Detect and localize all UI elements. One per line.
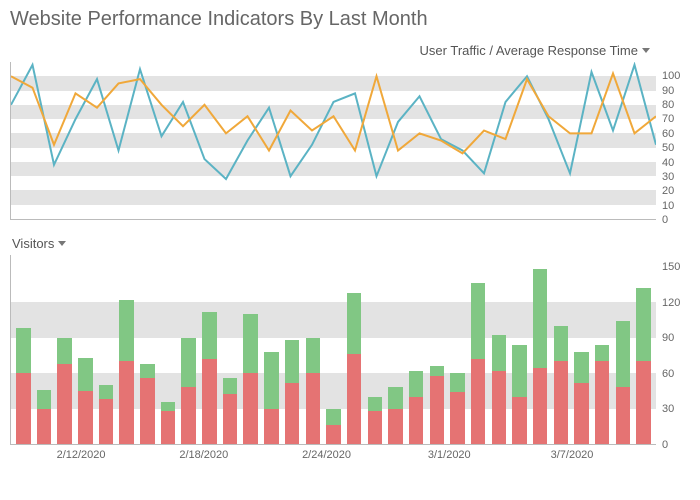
x-tick-label: 2/12/2020 — [57, 449, 106, 461]
bar — [99, 385, 113, 444]
bar — [264, 352, 278, 444]
bar — [119, 300, 133, 444]
y-tick-label: 50 — [662, 142, 674, 154]
y-tick-label: 70 — [662, 113, 674, 125]
bar — [616, 321, 630, 444]
bar — [243, 314, 257, 444]
y-tick-label: 20 — [662, 185, 674, 197]
bar — [409, 371, 423, 444]
bar — [16, 328, 30, 444]
y-tick-label: 40 — [662, 157, 674, 169]
bar — [471, 283, 485, 444]
bar — [57, 338, 71, 444]
y-tick-label: 90 — [662, 85, 674, 97]
bar — [533, 269, 547, 444]
x-tick-label: 3/7/2020 — [551, 449, 594, 461]
top-chart-block: User Traffic / Average Response Time 010… — [10, 41, 690, 220]
top-chart-y-axis: 0102030405060708090100 — [656, 62, 690, 220]
y-tick-label: 120 — [662, 297, 680, 309]
bar-chart-area — [10, 255, 656, 445]
y-tick-label: 150 — [662, 261, 680, 273]
y-tick-label: 60 — [662, 368, 674, 380]
chevron-down-icon — [58, 241, 66, 246]
x-tick-label: 2/24/2020 — [302, 449, 351, 461]
bottom-chart-label: Visitors — [12, 236, 54, 251]
bar — [388, 387, 402, 444]
y-tick-label: 100 — [662, 70, 680, 82]
x-tick-label: 3/1/2020 — [428, 449, 471, 461]
bar — [574, 352, 588, 444]
x-tick-label: 2/18/2020 — [179, 449, 228, 461]
y-tick-label: 30 — [662, 171, 674, 183]
bar — [492, 335, 506, 444]
bar — [285, 340, 299, 444]
bar — [78, 358, 92, 444]
bar — [223, 378, 237, 444]
bottom-chart-selector[interactable]: Visitors — [10, 234, 690, 255]
y-tick-label: 60 — [662, 128, 674, 140]
bar — [430, 366, 444, 444]
bar — [161, 401, 175, 444]
bar — [347, 293, 361, 444]
bar — [554, 326, 568, 444]
bar — [636, 288, 650, 444]
bar — [140, 364, 154, 444]
y-tick-label: 90 — [662, 332, 674, 344]
bar — [368, 397, 382, 444]
line-chart-area — [10, 62, 656, 220]
bar — [37, 390, 51, 444]
top-chart-label: User Traffic / Average Response Time — [420, 43, 638, 58]
bar — [512, 345, 526, 444]
bar — [306, 338, 320, 444]
bar — [202, 312, 216, 444]
bottom-chart-block: Visitors 0 30 60 90 120 150 2/12/2020 2/18/202… — [10, 234, 690, 463]
chevron-down-icon — [642, 48, 650, 53]
bar — [595, 345, 609, 444]
dashboard-panel: Website Performance Indicators By Last M… — [0, 0, 700, 500]
y-tick-label: 0 — [662, 214, 668, 226]
bottom-chart-y-axis: 0306090120150 — [656, 255, 690, 445]
y-tick-label: 30 — [662, 403, 674, 415]
page-title: Website Performance Indicators By Last M… — [10, 8, 690, 31]
y-tick-label: 0 — [662, 439, 668, 451]
x-axis: 2/12/2020 2/18/2020 2/24/2020 3/1/2020 3/7/2… — [10, 445, 656, 463]
bar — [181, 338, 195, 444]
bar — [450, 373, 464, 444]
top-chart-selector[interactable]: User Traffic / Average Response Time — [10, 41, 690, 62]
bar — [326, 409, 340, 444]
y-tick-label: 80 — [662, 99, 674, 111]
y-tick-label: 10 — [662, 200, 674, 212]
